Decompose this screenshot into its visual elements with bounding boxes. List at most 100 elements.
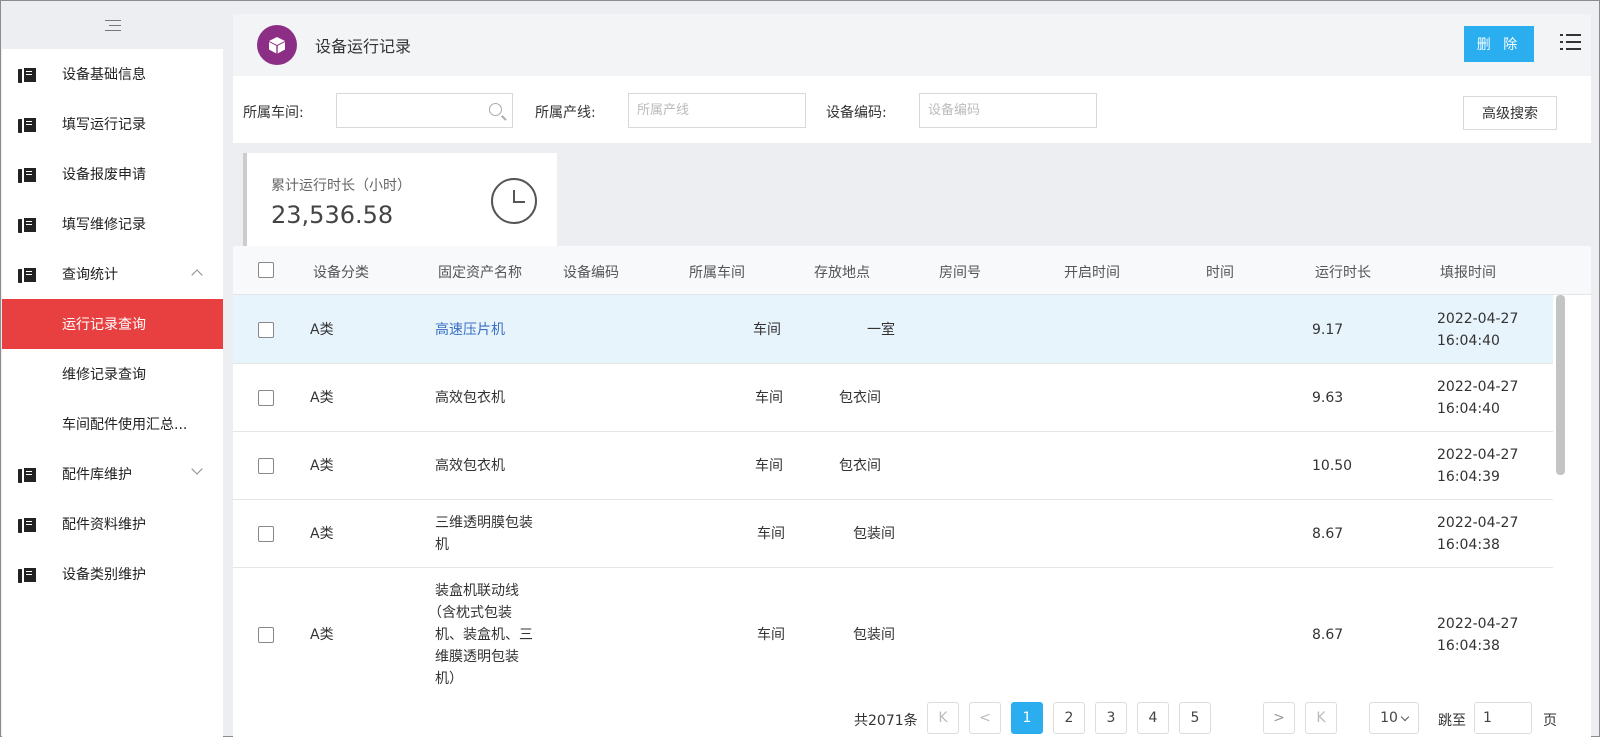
column-header: 所属车间	[689, 265, 745, 281]
asset-name-cell: 高效包衣机	[435, 458, 505, 474]
sidebar-item-fill-run-record[interactable]: 填写运行记录	[2, 99, 223, 149]
report-date-cell: 2022-04-27	[1437, 515, 1519, 531]
app-frame: 设备基础信息 填写运行记录 设备报废申请 填写维修记录 查询统计 运行记录查询 …	[0, 0, 1600, 737]
report-date-cell: 2022-04-27	[1437, 379, 1519, 395]
row-checkbox[interactable]	[258, 526, 274, 542]
report-time-cell: 16:04:38	[1437, 638, 1500, 654]
workshop-cell: 车间	[755, 458, 783, 474]
chevron-up-icon	[191, 269, 203, 281]
sidebar-item-query-stats[interactable]: 查询统计	[2, 249, 223, 299]
search-icon[interactable]	[489, 103, 502, 116]
column-header: 存放地点	[814, 265, 870, 281]
next-page-button[interactable]: >	[1263, 702, 1295, 734]
duration-cell: 10.50	[1312, 458, 1353, 474]
page-button-4[interactable]: 4	[1137, 702, 1169, 734]
category-cell: A类	[310, 390, 334, 406]
column-header: 时间	[1206, 265, 1234, 281]
asset-name-line: 装盒机联动线	[435, 583, 519, 599]
page-unit-label: 页	[1543, 713, 1557, 729]
report-date-cell: 2022-04-27	[1437, 616, 1519, 632]
table-row[interactable]: A类 三维透明膜包装 机 车间 包装间 8.67 2022-04-27 16:0…	[233, 500, 1553, 568]
total-count: 共2071条	[854, 713, 918, 729]
location-cell: 包装间	[853, 627, 895, 643]
sidebar-item-label: 设备基础信息	[62, 67, 146, 83]
sidebar-subitem-repair-record-query[interactable]: 维修记录查询	[2, 349, 223, 399]
column-header: 开启时间	[1064, 265, 1120, 281]
workshop-input[interactable]	[336, 93, 513, 128]
code-input[interactable]: 设备编码	[919, 93, 1097, 128]
workshop-cell: 车间	[753, 322, 781, 338]
location-cell: 包衣间	[839, 458, 881, 474]
scrollbar-thumb[interactable]	[1556, 295, 1565, 475]
sidebar-item-scrap-request[interactable]: 设备报废申请	[2, 149, 223, 199]
sidebar-item-parts-data[interactable]: 配件资料维护	[2, 499, 223, 549]
clock-icon	[491, 178, 537, 224]
column-header: 设备分类	[313, 265, 369, 281]
duration-cell: 8.67	[1312, 526, 1344, 542]
asset-name-link[interactable]: 高速压片机	[435, 319, 505, 341]
row-checkbox[interactable]	[258, 322, 274, 338]
sidebar-subitem-parts-usage-summary[interactable]: 车间配件使用汇总...	[2, 399, 223, 449]
document-icon	[18, 65, 38, 84]
page-button-1[interactable]: 1	[1011, 702, 1043, 734]
asset-name-line: 三维透明膜包装	[435, 515, 533, 531]
sidebar: 设备基础信息 填写运行记录 设备报废申请 填写维修记录 查询统计 运行记录查询 …	[2, 2, 223, 737]
table-row[interactable]: A类 高效包衣机 车间 包衣间 10.50 2022-04-27 16:04:3…	[233, 432, 1553, 500]
table-row[interactable]: A类 装盒机联动线 （含枕式包装 机、装盒机、三 维膜透明包装 机） 车间 包装…	[233, 568, 1553, 708]
stat-label: 累计运行时长（小时）	[271, 178, 411, 194]
sidebar-item-parts-store[interactable]: 配件库维护	[2, 449, 223, 499]
document-icon	[18, 115, 38, 134]
category-cell: A类	[310, 526, 334, 542]
table-row[interactable]: A类 高速压片机 车间 一室 9.17 2022-04-27 16:04:40	[233, 295, 1553, 364]
prev-page-button[interactable]: <	[969, 702, 1001, 734]
report-date-cell: 2022-04-27	[1437, 311, 1519, 327]
records-table: 设备分类 固定资产名称 设备编码 所属车间 存放地点 房间号 开启时间 时间 运…	[233, 246, 1591, 737]
row-checkbox[interactable]	[258, 390, 274, 406]
location-cell: 包装间	[853, 526, 895, 542]
advanced-search-button[interactable]: 高级搜索	[1463, 96, 1557, 130]
list-menu-icon[interactable]	[1560, 33, 1582, 51]
table-row[interactable]: A类 高效包衣机 车间 包衣间 9.63 2022-04-27 16:04:40	[233, 364, 1553, 432]
workshop-label: 所属车间:	[243, 105, 304, 121]
page-button-3[interactable]: 3	[1095, 702, 1127, 734]
code-label: 设备编码:	[826, 105, 887, 121]
sidebar-subitem-run-record-query[interactable]: 运行记录查询	[2, 299, 223, 349]
app-logo	[257, 25, 297, 65]
document-icon	[18, 265, 38, 284]
jump-page-input[interactable]: 1	[1474, 702, 1532, 734]
sidebar-item-label: 填写维修记录	[62, 217, 146, 233]
duration-cell: 9.63	[1312, 390, 1344, 406]
filter-bar: 所属车间: 所属产线: 所属产线 设备编码: 设备编码 高级搜索	[233, 76, 1591, 143]
cube-icon	[269, 37, 285, 54]
asset-name-line: （含枕式包装	[428, 605, 512, 621]
sidebar-item-equipment-info[interactable]: 设备基础信息	[2, 49, 223, 99]
sidebar-item-label: 设备类别维护	[62, 567, 146, 583]
page-button-5[interactable]: 5	[1179, 702, 1211, 734]
document-icon	[18, 215, 38, 234]
select-all-checkbox[interactable]	[258, 262, 274, 278]
category-cell: A类	[310, 458, 334, 474]
row-checkbox[interactable]	[258, 627, 274, 643]
vertical-scrollbar[interactable]	[1553, 295, 1567, 737]
pagination: 共2071条 K < 1 2 3 4 5 > K 10 跳至 1 页	[233, 702, 1591, 737]
sidebar-item-fill-repair-record[interactable]: 填写维修记录	[2, 199, 223, 249]
sidebar-item-equipment-category[interactable]: 设备类别维护	[2, 549, 223, 599]
line-input[interactable]: 所属产线	[628, 93, 806, 128]
delete-button[interactable]: 删 除	[1464, 26, 1534, 62]
page-size-select[interactable]: 10	[1369, 702, 1419, 734]
column-header: 运行时长	[1315, 265, 1371, 281]
last-page-button[interactable]: K	[1305, 702, 1337, 734]
sidebar-item-label: 配件库维护	[62, 467, 132, 483]
document-icon	[18, 515, 38, 534]
jump-label: 跳至	[1438, 713, 1466, 729]
report-time-cell: 16:04:40	[1437, 333, 1500, 349]
page-button-2[interactable]: 2	[1053, 702, 1085, 734]
collapse-menu-icon[interactable]	[104, 19, 121, 32]
duration-cell: 9.17	[1312, 322, 1344, 338]
sidebar-item-label: 查询统计	[62, 267, 118, 283]
column-header: 固定资产名称	[438, 265, 522, 281]
report-date-cell: 2022-04-27	[1437, 447, 1519, 463]
row-checkbox[interactable]	[258, 458, 274, 474]
document-icon	[18, 565, 38, 584]
first-page-button[interactable]: K	[927, 702, 959, 734]
